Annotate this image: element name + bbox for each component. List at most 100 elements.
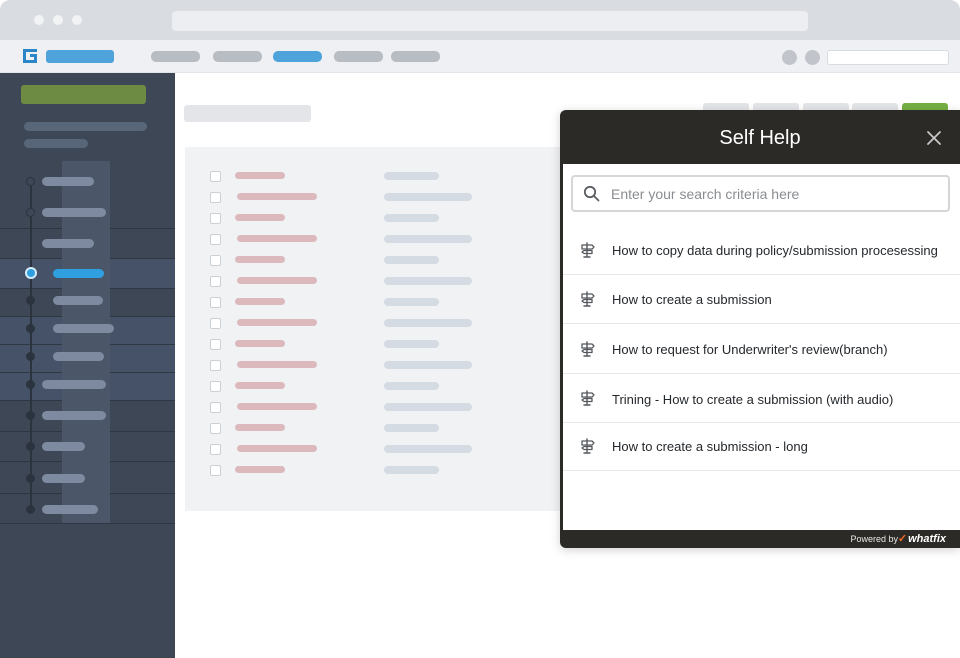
powered-by-label: Powered by — [850, 534, 898, 544]
nav-item-active[interactable] — [273, 51, 322, 62]
row-checkbox[interactable] — [210, 192, 221, 203]
self-help-item-label: How to copy data during policy/submissio… — [612, 243, 938, 258]
row-link-placeholder[interactable] — [237, 235, 317, 242]
row-checkbox[interactable] — [210, 297, 221, 308]
row-link-placeholder[interactable] — [237, 361, 317, 368]
row-link-placeholder[interactable] — [235, 172, 285, 179]
window-dot[interactable] — [72, 15, 82, 25]
row-checkbox[interactable] — [210, 465, 221, 476]
sidebar-label-placeholder — [42, 505, 98, 514]
sidebar — [0, 73, 175, 658]
sidebar-tree-line — [30, 181, 32, 509]
g-logo-icon[interactable] — [22, 48, 38, 64]
self-help-search-input[interactable] — [611, 180, 931, 207]
page-title-placeholder — [184, 105, 311, 122]
address-bar[interactable] — [172, 11, 808, 31]
row-checkbox[interactable] — [210, 213, 221, 224]
row-value-placeholder — [384, 235, 472, 243]
self-help-item-label: How to request for Underwriter's review(… — [612, 342, 888, 357]
row-value-placeholder — [384, 424, 439, 432]
row-checkbox[interactable] — [210, 255, 221, 266]
row-value-placeholder — [384, 382, 439, 390]
row-link-placeholder[interactable] — [237, 319, 317, 326]
row-value-placeholder — [384, 445, 472, 453]
whatfix-brand-text: whatfix — [908, 533, 946, 545]
row-link-placeholder[interactable] — [235, 214, 285, 221]
row-checkbox[interactable] — [210, 318, 221, 329]
sidebar-label-placeholder — [42, 177, 94, 186]
tree-node-dot — [26, 442, 35, 451]
row-checkbox[interactable] — [210, 276, 221, 287]
row-checkbox[interactable] — [210, 423, 221, 434]
tree-node-dot — [26, 296, 35, 305]
header-action-circle[interactable] — [805, 50, 820, 65]
header-search-input[interactable] — [827, 50, 949, 65]
tree-node-dot — [26, 505, 35, 514]
app-header — [0, 40, 960, 73]
row-checkbox[interactable] — [210, 339, 221, 350]
tree-node-dot — [26, 474, 35, 483]
row-value-placeholder — [384, 361, 472, 369]
row-link-placeholder[interactable] — [235, 256, 285, 263]
self-help-panel: Self Help How to copy data during policy… — [560, 110, 960, 548]
sidebar-label-placeholder — [53, 324, 114, 333]
signpost-icon — [581, 390, 595, 406]
row-value-placeholder — [384, 319, 472, 327]
row-value-placeholder — [384, 340, 439, 348]
self-help-item[interactable]: How to create a submission - long — [563, 423, 960, 471]
sidebar-label-placeholder — [53, 296, 103, 305]
signpost-icon — [581, 242, 595, 258]
self-help-item[interactable]: Trining - How to create a submission (wi… — [563, 374, 960, 423]
row-link-placeholder[interactable] — [237, 277, 317, 284]
row-checkbox[interactable] — [210, 381, 221, 392]
whatfix-mark-icon: ✓ — [897, 533, 908, 545]
self-help-body: How to copy data during policy/submissio… — [563, 164, 960, 530]
row-value-placeholder — [384, 214, 439, 222]
tree-node-dot — [26, 411, 35, 420]
row-link-placeholder[interactable] — [235, 424, 285, 431]
self-help-item[interactable]: How to request for Underwriter's review(… — [563, 324, 960, 374]
row-checkbox[interactable] — [210, 402, 221, 413]
window-dot[interactable] — [53, 15, 63, 25]
nav-item[interactable] — [213, 51, 262, 62]
tree-node-dot — [26, 352, 35, 361]
row-link-placeholder[interactable] — [235, 340, 285, 347]
brand-name-placeholder[interactable] — [46, 50, 114, 63]
row-link-placeholder[interactable] — [235, 382, 285, 389]
self-help-item-label: How to create a submission - long — [612, 439, 808, 454]
sidebar-primary-button[interactable] — [21, 85, 146, 104]
nav-item[interactable] — [391, 51, 440, 62]
row-value-placeholder — [384, 256, 439, 264]
row-checkbox[interactable] — [210, 171, 221, 182]
sidebar-heading-placeholder — [24, 122, 147, 131]
self-help-item-label: How to create a submission — [612, 292, 772, 307]
tree-node-dot — [26, 324, 35, 333]
row-link-placeholder[interactable] — [235, 466, 285, 473]
tree-node-dot — [26, 177, 35, 186]
row-checkbox[interactable] — [210, 444, 221, 455]
header-action-circle[interactable] — [782, 50, 797, 65]
sidebar-label-placeholder — [42, 208, 106, 217]
self-help-item[interactable]: How to copy data during policy/submissio… — [563, 226, 960, 275]
sidebar-label-placeholder — [53, 352, 104, 361]
sidebar-label-placeholder — [42, 239, 94, 248]
data-table — [185, 147, 565, 511]
self-help-item[interactable]: How to create a submission — [563, 275, 960, 324]
window-dot[interactable] — [34, 15, 44, 25]
nav-item[interactable] — [334, 51, 383, 62]
nav-item[interactable] — [151, 51, 200, 62]
row-link-placeholder[interactable] — [235, 298, 285, 305]
row-value-placeholder — [384, 172, 439, 180]
sidebar-label-placeholder — [42, 474, 85, 483]
whatfix-logo[interactable]: ✓whatfix — [898, 532, 946, 545]
sidebar-label-placeholder — [42, 442, 85, 451]
row-checkbox[interactable] — [210, 360, 221, 371]
row-link-placeholder[interactable] — [237, 403, 317, 410]
row-link-placeholder[interactable] — [237, 445, 317, 452]
row-checkbox[interactable] — [210, 234, 221, 245]
row-link-placeholder[interactable] — [237, 193, 317, 200]
sidebar-subheading-placeholder — [24, 139, 88, 148]
tree-node-active-dot — [25, 267, 37, 279]
signpost-icon — [581, 438, 595, 454]
close-icon[interactable] — [924, 128, 944, 148]
